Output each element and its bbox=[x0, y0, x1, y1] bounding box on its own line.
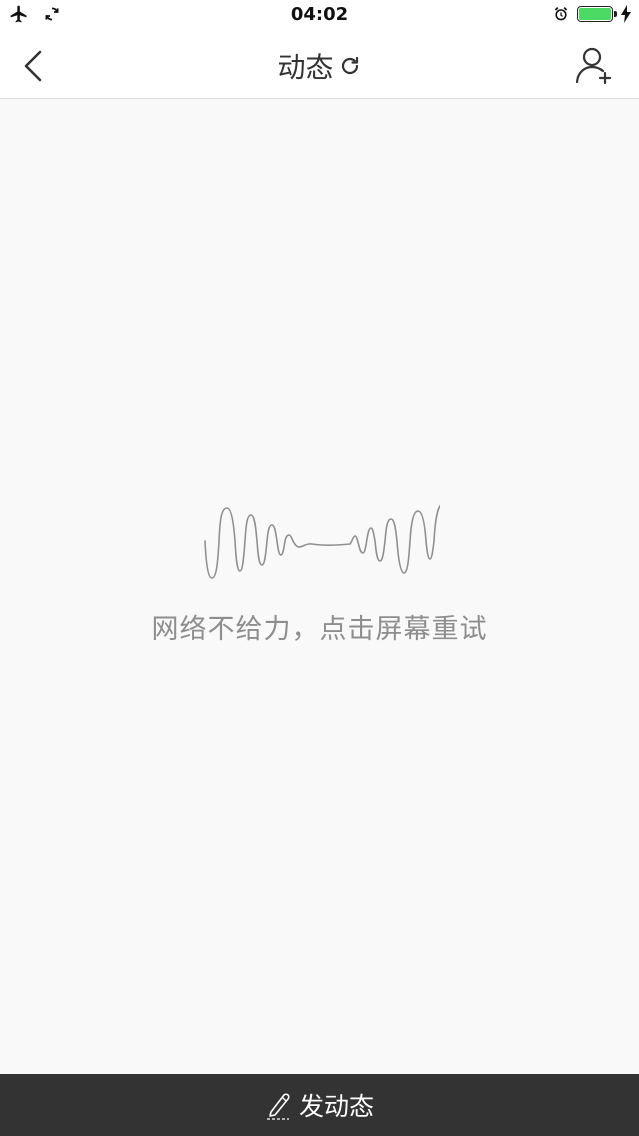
battery-cap bbox=[614, 11, 617, 17]
status-time: 04:02 bbox=[290, 4, 349, 25]
add-user-icon bbox=[575, 47, 612, 85]
charging-icon bbox=[621, 5, 631, 23]
refresh-icon[interactable] bbox=[338, 54, 362, 78]
nav-bar: 动态 bbox=[0, 32, 639, 99]
add-friend-button[interactable] bbox=[575, 46, 615, 86]
pencil-icon bbox=[266, 1093, 290, 1120]
sound-wave-icon bbox=[204, 504, 440, 579]
post-status-bar[interactable]: 发动态 bbox=[0, 1074, 639, 1136]
status-bar: 04:02 bbox=[0, 0, 639, 32]
page-title: 动态 bbox=[277, 51, 334, 84]
battery-icon bbox=[577, 6, 617, 22]
alarm-icon bbox=[554, 6, 568, 21]
content-area[interactable]: 网络不给力，点击屏幕重试 bbox=[0, 99, 639, 1074]
status-right-icons bbox=[553, 5, 631, 23]
nav-title-area[interactable]: 动态 bbox=[0, 46, 639, 86]
battery-fill bbox=[579, 8, 611, 20]
post-status-label: 发动态 bbox=[298, 1092, 374, 1121]
network-error-message[interactable]: 网络不给力，点击屏幕重试 bbox=[0, 607, 639, 646]
